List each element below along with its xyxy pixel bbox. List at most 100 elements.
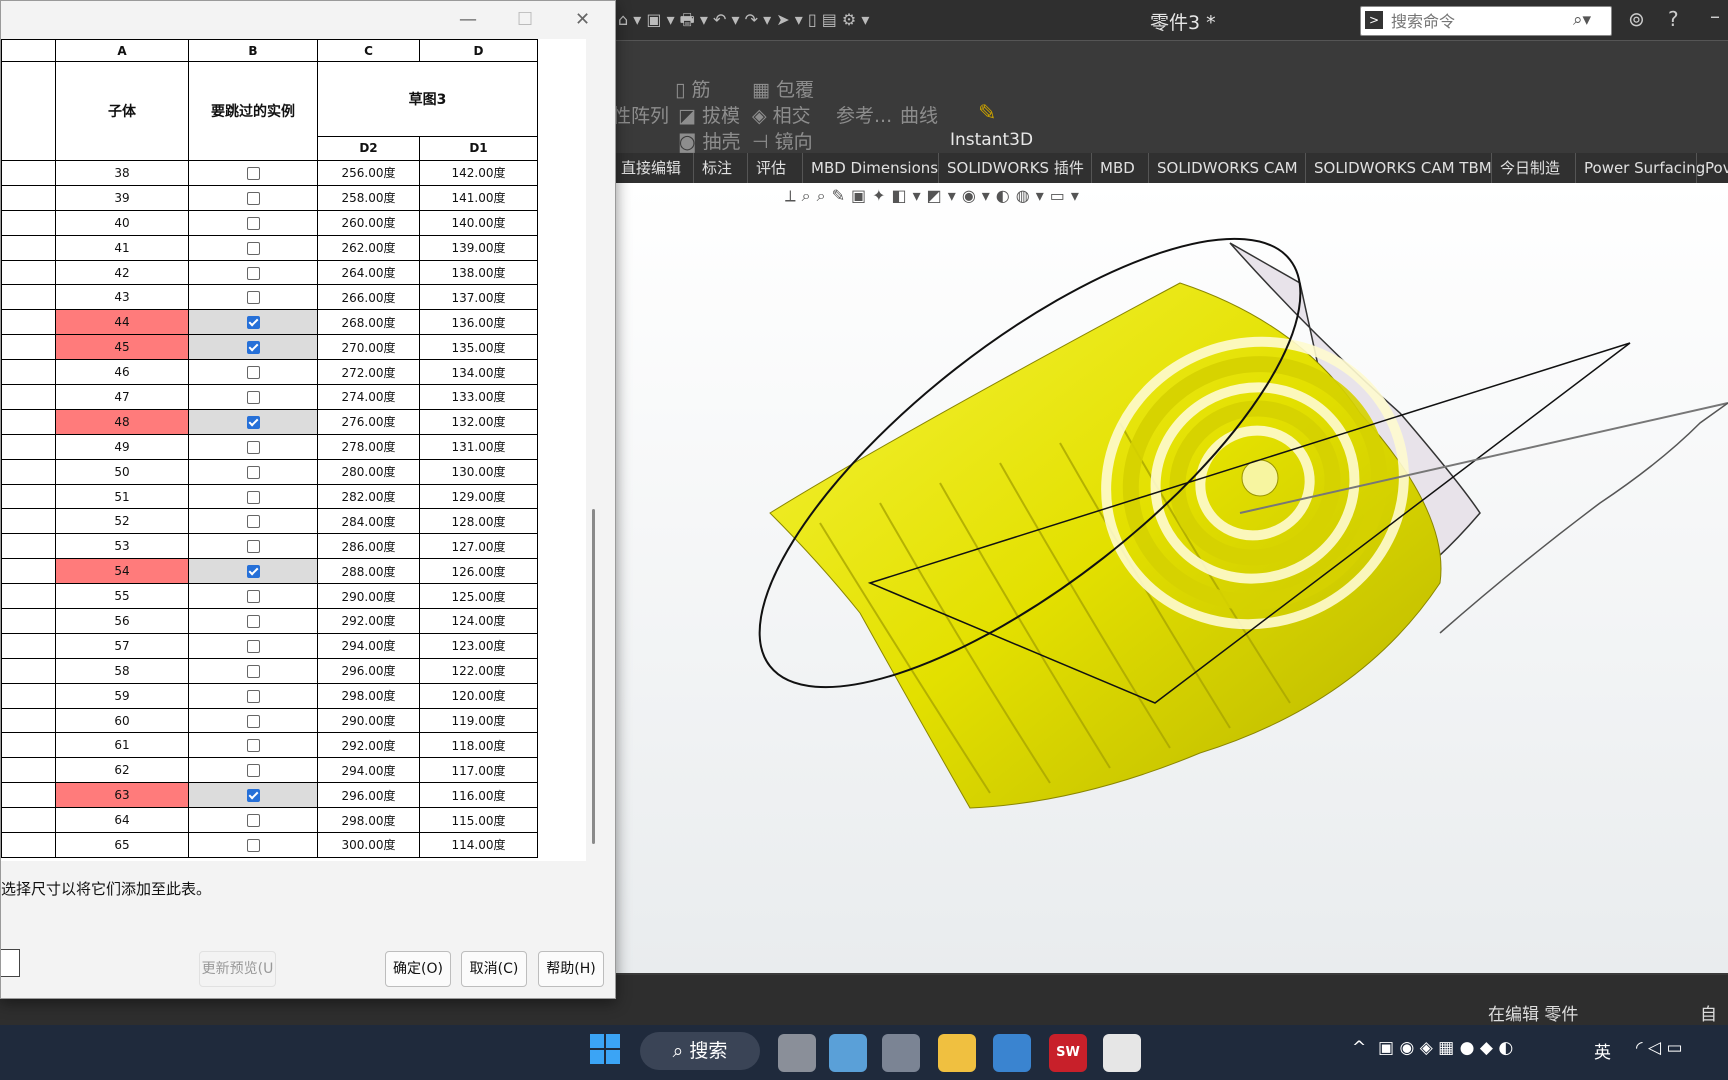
start-button[interactable] <box>590 1034 622 1066</box>
d2-value-cell[interactable]: 294.00度 <box>317 632 420 659</box>
row-header[interactable] <box>1 483 56 510</box>
row-header[interactable] <box>1 334 56 361</box>
d2-value-cell[interactable]: 264.00度 <box>317 259 420 286</box>
table-row[interactable]: 59 298.00度 120.00度 <box>1 682 538 709</box>
d1-value-cell[interactable]: 135.00度 <box>419 334 538 361</box>
instance-number-cell[interactable]: 63 <box>55 782 189 809</box>
skip-checkbox-cell[interactable] <box>188 707 318 734</box>
d1-value-cell[interactable]: 134.00度 <box>419 359 538 386</box>
col-header-c[interactable]: C <box>317 39 420 62</box>
row-header[interactable] <box>1 832 56 858</box>
table-row[interactable]: 55 290.00度 125.00度 <box>1 583 538 610</box>
search-input[interactable] <box>1389 9 1573 33</box>
table-row[interactable]: 41 262.00度 139.00度 <box>1 234 538 261</box>
close-icon[interactable]: ✕ <box>575 9 590 30</box>
quick-access-toolbar[interactable]: ⌂ ▾ ▣ ▾ 🖶 ▾ ↶ ▾ ↷ ▾ ➤ ▾ ▯ ▤ ⚙ ▾ <box>618 9 869 36</box>
skip-checkbox[interactable] <box>246 241 260 255</box>
skip-checkbox-cell[interactable] <box>188 433 318 460</box>
skip-checkbox[interactable] <box>246 440 260 454</box>
d2-value-cell[interactable]: 256.00度 <box>317 160 420 186</box>
instance-number-cell[interactable]: 44 <box>55 309 189 336</box>
command-search[interactable]: > ⌕▾ <box>1360 6 1612 36</box>
rib-curves[interactable]: 曲线 <box>900 101 938 128</box>
d2-value-cell[interactable]: 296.00度 <box>317 782 420 809</box>
d2-value-cell[interactable]: 262.00度 <box>317 234 420 261</box>
row-header[interactable] <box>1 160 56 186</box>
skip-checkbox[interactable] <box>246 789 260 803</box>
tray-overflow-icon[interactable]: ^ <box>1352 1038 1366 1058</box>
update-preview-button[interactable]: 更新预览(U <box>199 951 276 987</box>
user-icon[interactable]: ⊚ <box>1628 7 1645 31</box>
table-row[interactable]: 54 288.00度 126.00度 <box>1 558 538 585</box>
skip-checkbox-cell[interactable] <box>188 160 318 186</box>
skip-checkbox-cell[interactable] <box>188 632 318 659</box>
row-header[interactable] <box>1 657 56 684</box>
rib-draft[interactable]: ◪ 拔模 <box>678 101 740 128</box>
rib-intersect[interactable]: ◈ 相交 <box>752 101 811 128</box>
row-header[interactable] <box>1 608 56 634</box>
instance-number-cell[interactable]: 46 <box>55 359 189 386</box>
instance-number-cell[interactable]: 41 <box>55 234 189 261</box>
tab-mbd-dimensions[interactable]: MBD Dimensions <box>802 153 946 183</box>
skip-checkbox-cell[interactable] <box>188 608 318 634</box>
table-row[interactable]: 52 284.00度 128.00度 <box>1 508 538 535</box>
table-grid[interactable]: A B C D 子体 要跳过的实例 草图3 D2 D1 38 256.00度 142… <box>1 39 586 861</box>
taskbar-search[interactable]: ⌕ 搜索 <box>640 1032 760 1070</box>
instance-number-cell[interactable]: 65 <box>55 832 189 858</box>
skip-checkbox[interactable] <box>246 515 260 529</box>
d2-value-cell[interactable]: 272.00度 <box>317 359 420 386</box>
d2-value-cell[interactable]: 290.00度 <box>317 583 420 610</box>
d2-value-cell[interactable]: 280.00度 <box>317 458 420 485</box>
col-header-b[interactable]: B <box>188 39 318 62</box>
row-header[interactable] <box>1 508 56 535</box>
skip-checkbox-cell[interactable] <box>188 533 318 560</box>
d1-value-cell[interactable]: 118.00度 <box>419 732 538 759</box>
skip-checkbox[interactable] <box>246 341 260 355</box>
table-row[interactable]: 50 280.00度 130.00度 <box>1 458 538 485</box>
d1-value-cell[interactable]: 142.00度 <box>419 160 538 186</box>
skip-checkbox-cell[interactable] <box>188 309 318 336</box>
d1-value-cell[interactable]: 114.00度 <box>419 832 538 858</box>
row-header[interactable] <box>1 757 56 784</box>
skip-checkbox[interactable] <box>246 191 260 205</box>
d1-value-cell[interactable]: 122.00度 <box>419 657 538 684</box>
task-view-icon[interactable] <box>778 1034 816 1072</box>
skip-checkbox-cell[interactable] <box>188 359 318 386</box>
instance-number-cell[interactable]: 51 <box>55 483 189 510</box>
instance-number-cell[interactable]: 49 <box>55 433 189 460</box>
row-header[interactable] <box>1 782 56 809</box>
row-header[interactable] <box>1 234 56 261</box>
row-header[interactable] <box>1 259 56 286</box>
skip-checkbox[interactable] <box>246 614 260 628</box>
d1-value-cell[interactable]: 140.00度 <box>419 209 538 236</box>
d2-value-cell[interactable]: 278.00度 <box>317 433 420 460</box>
instance-number-cell[interactable]: 60 <box>55 707 189 734</box>
d1-value-cell[interactable]: 136.00度 <box>419 309 538 336</box>
skip-checkbox-cell[interactable] <box>188 284 318 311</box>
instance-number-cell[interactable]: 42 <box>55 259 189 286</box>
row-header[interactable] <box>1 807 56 834</box>
tab-solidworks-cam-tbm[interactable]: SOLIDWORKS CAM TBM <box>1305 153 1500 183</box>
skip-checkbox[interactable] <box>246 166 260 180</box>
remote-app-icon[interactable] <box>829 1034 867 1072</box>
rib-reference[interactable]: 参考... <box>836 101 892 128</box>
skip-checkbox[interactable] <box>246 814 260 828</box>
d2-value-cell[interactable]: 270.00度 <box>317 334 420 361</box>
skip-checkbox-cell[interactable] <box>188 384 318 410</box>
ime-indicator[interactable]: 英 <box>1594 1038 1611 1063</box>
table-row[interactable]: 65 300.00度 114.00度 <box>1 832 538 858</box>
skip-checkbox[interactable] <box>246 739 260 753</box>
vertical-scrollbar[interactable] <box>592 509 595 844</box>
tab-solidworks-addins[interactable]: SOLIDWORKS 插件 <box>938 153 1092 183</box>
d1-value-cell[interactable]: 115.00度 <box>419 807 538 834</box>
d1-value-cell[interactable]: 138.00度 <box>419 259 538 286</box>
tab-power-surfacing[interactable]: Power Surfacing <box>1575 153 1713 183</box>
table-row[interactable]: 46 272.00度 134.00度 <box>1 359 538 386</box>
instance-number-cell[interactable]: 57 <box>55 632 189 659</box>
tab-solidworks-cam[interactable]: SOLIDWORKS CAM <box>1148 153 1306 183</box>
d1-value-cell[interactable]: 116.00度 <box>419 782 538 809</box>
d1-value-cell[interactable]: 131.00度 <box>419 433 538 460</box>
table-row[interactable]: 62 294.00度 117.00度 <box>1 757 538 784</box>
d2-value-cell[interactable]: 290.00度 <box>317 707 420 734</box>
tab-made-today[interactable]: 今日制造 <box>1491 153 1568 183</box>
